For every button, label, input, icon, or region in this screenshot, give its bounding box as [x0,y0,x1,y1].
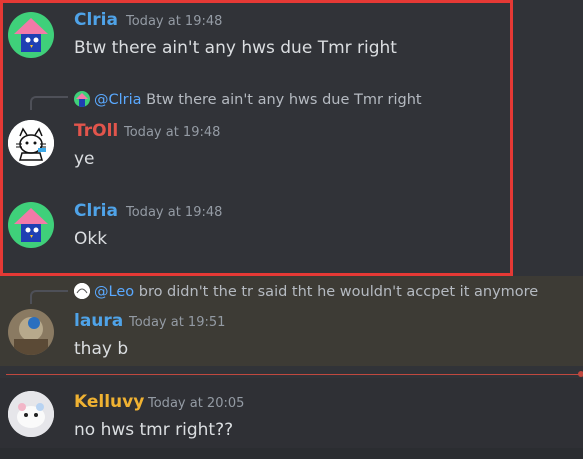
author-name[interactable]: Clria [74,201,118,221]
reply-connector [30,96,68,110]
message-text: no hws tmr right?? [74,420,234,440]
message[interactable]: @Clria Btw there ain't any hws due Tmr r… [0,82,583,182]
reply-mention[interactable]: @Clria [94,92,142,108]
timestamp: Today at 19:48 [126,14,223,29]
avatar[interactable] [8,202,54,248]
reply-connector [30,290,68,304]
avatar[interactable] [8,391,54,437]
timestamp: Today at 19:48 [124,125,221,140]
timestamp: Today at 19:48 [126,205,223,220]
footer-band [0,448,583,459]
reply-avatar [74,91,90,107]
author-name[interactable]: TrOll [74,121,118,141]
message-text: Okk [74,229,108,249]
author-name[interactable]: Kelluvy [74,392,144,412]
new-messages-marker [578,371,583,377]
reply-mention[interactable]: @Leo [94,284,134,300]
timestamp: Today at 20:05 [148,396,245,411]
reply-preview[interactable]: @Leo bro didn't the tr said tht he would… [74,283,538,300]
reply-text: Btw there ain't any hws due Tmr right [146,92,422,108]
author-name[interactable]: laura [74,311,123,331]
message-text: ye [74,149,95,169]
message-text: thay b [74,339,129,359]
reply-preview[interactable]: @Clria Btw there ain't any hws due Tmr r… [74,91,422,108]
reply-avatar [74,283,90,299]
message[interactable]: Clria Today at 19:48 Okk [0,192,583,272]
timestamp: Today at 19:51 [129,315,226,330]
avatar[interactable] [8,120,54,166]
message[interactable]: Clria Today at 19:48 Btw there ain't any… [0,0,583,80]
avatar[interactable] [8,309,54,355]
message[interactable]: Kelluvy Today at 20:05 no hws tmr right?… [0,378,583,448]
message-text: Btw there ain't any hws due Tmr right [74,38,397,58]
message[interactable]: @Leo bro didn't the tr said tht he would… [0,276,583,366]
avatar[interactable] [8,12,54,58]
new-messages-divider [6,374,580,375]
reply-text: bro didn't the tr said tht he wouldn't a… [138,284,539,300]
author-name[interactable]: Clria [74,10,118,30]
